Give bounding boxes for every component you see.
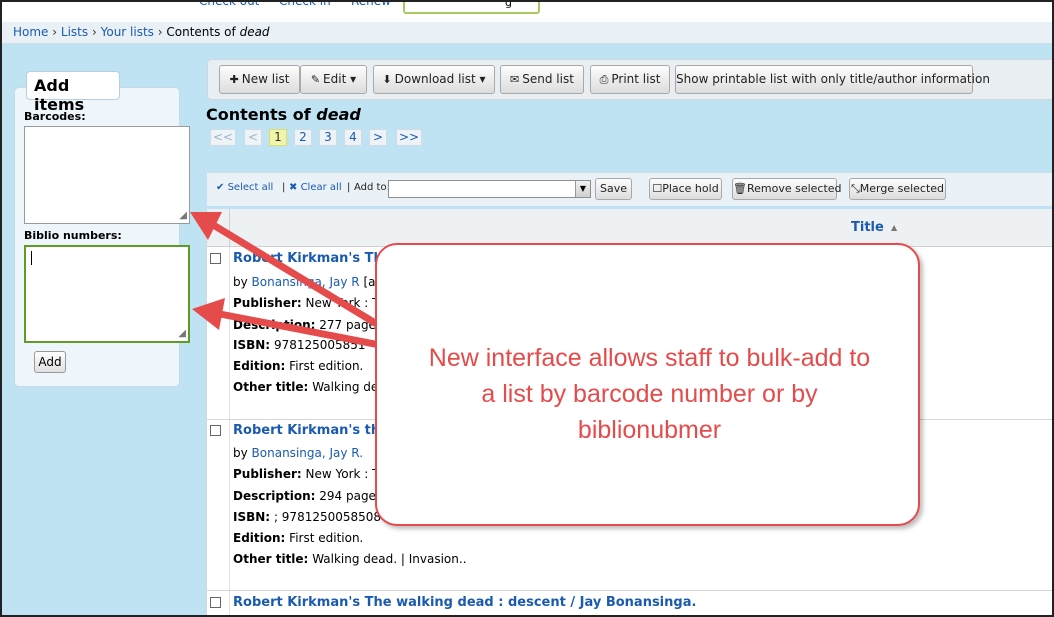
callout-text: New interface allows staff to bulk-add t… [387, 340, 912, 448]
annotation-callout: New interface allows staff to bulk-add t… [375, 243, 920, 526]
callout-line: New interface allows staff to bulk-add t… [428, 344, 871, 372]
arrow-to-biblio-numbers [192, 298, 399, 352]
callout-line: a list by barcode number or by [481, 380, 818, 408]
callout-line: biblionubmer [577, 416, 722, 444]
